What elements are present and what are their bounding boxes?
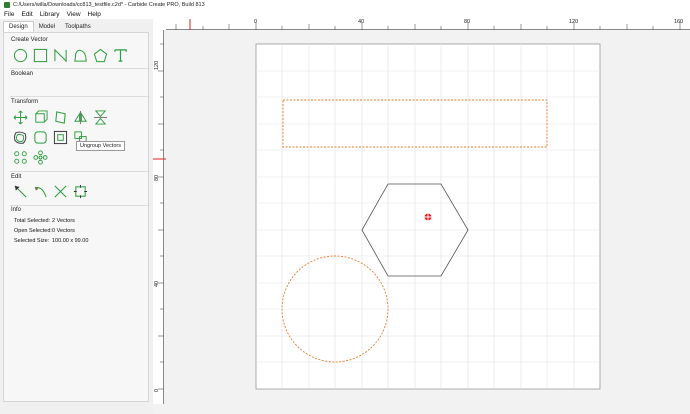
ruler-left-ticks bbox=[158, 43, 164, 390]
design-canvas-overlay bbox=[153, 19, 681, 390]
selection-center-marker bbox=[424, 213, 432, 221]
ruler-top-ticks bbox=[175, 22, 681, 30]
